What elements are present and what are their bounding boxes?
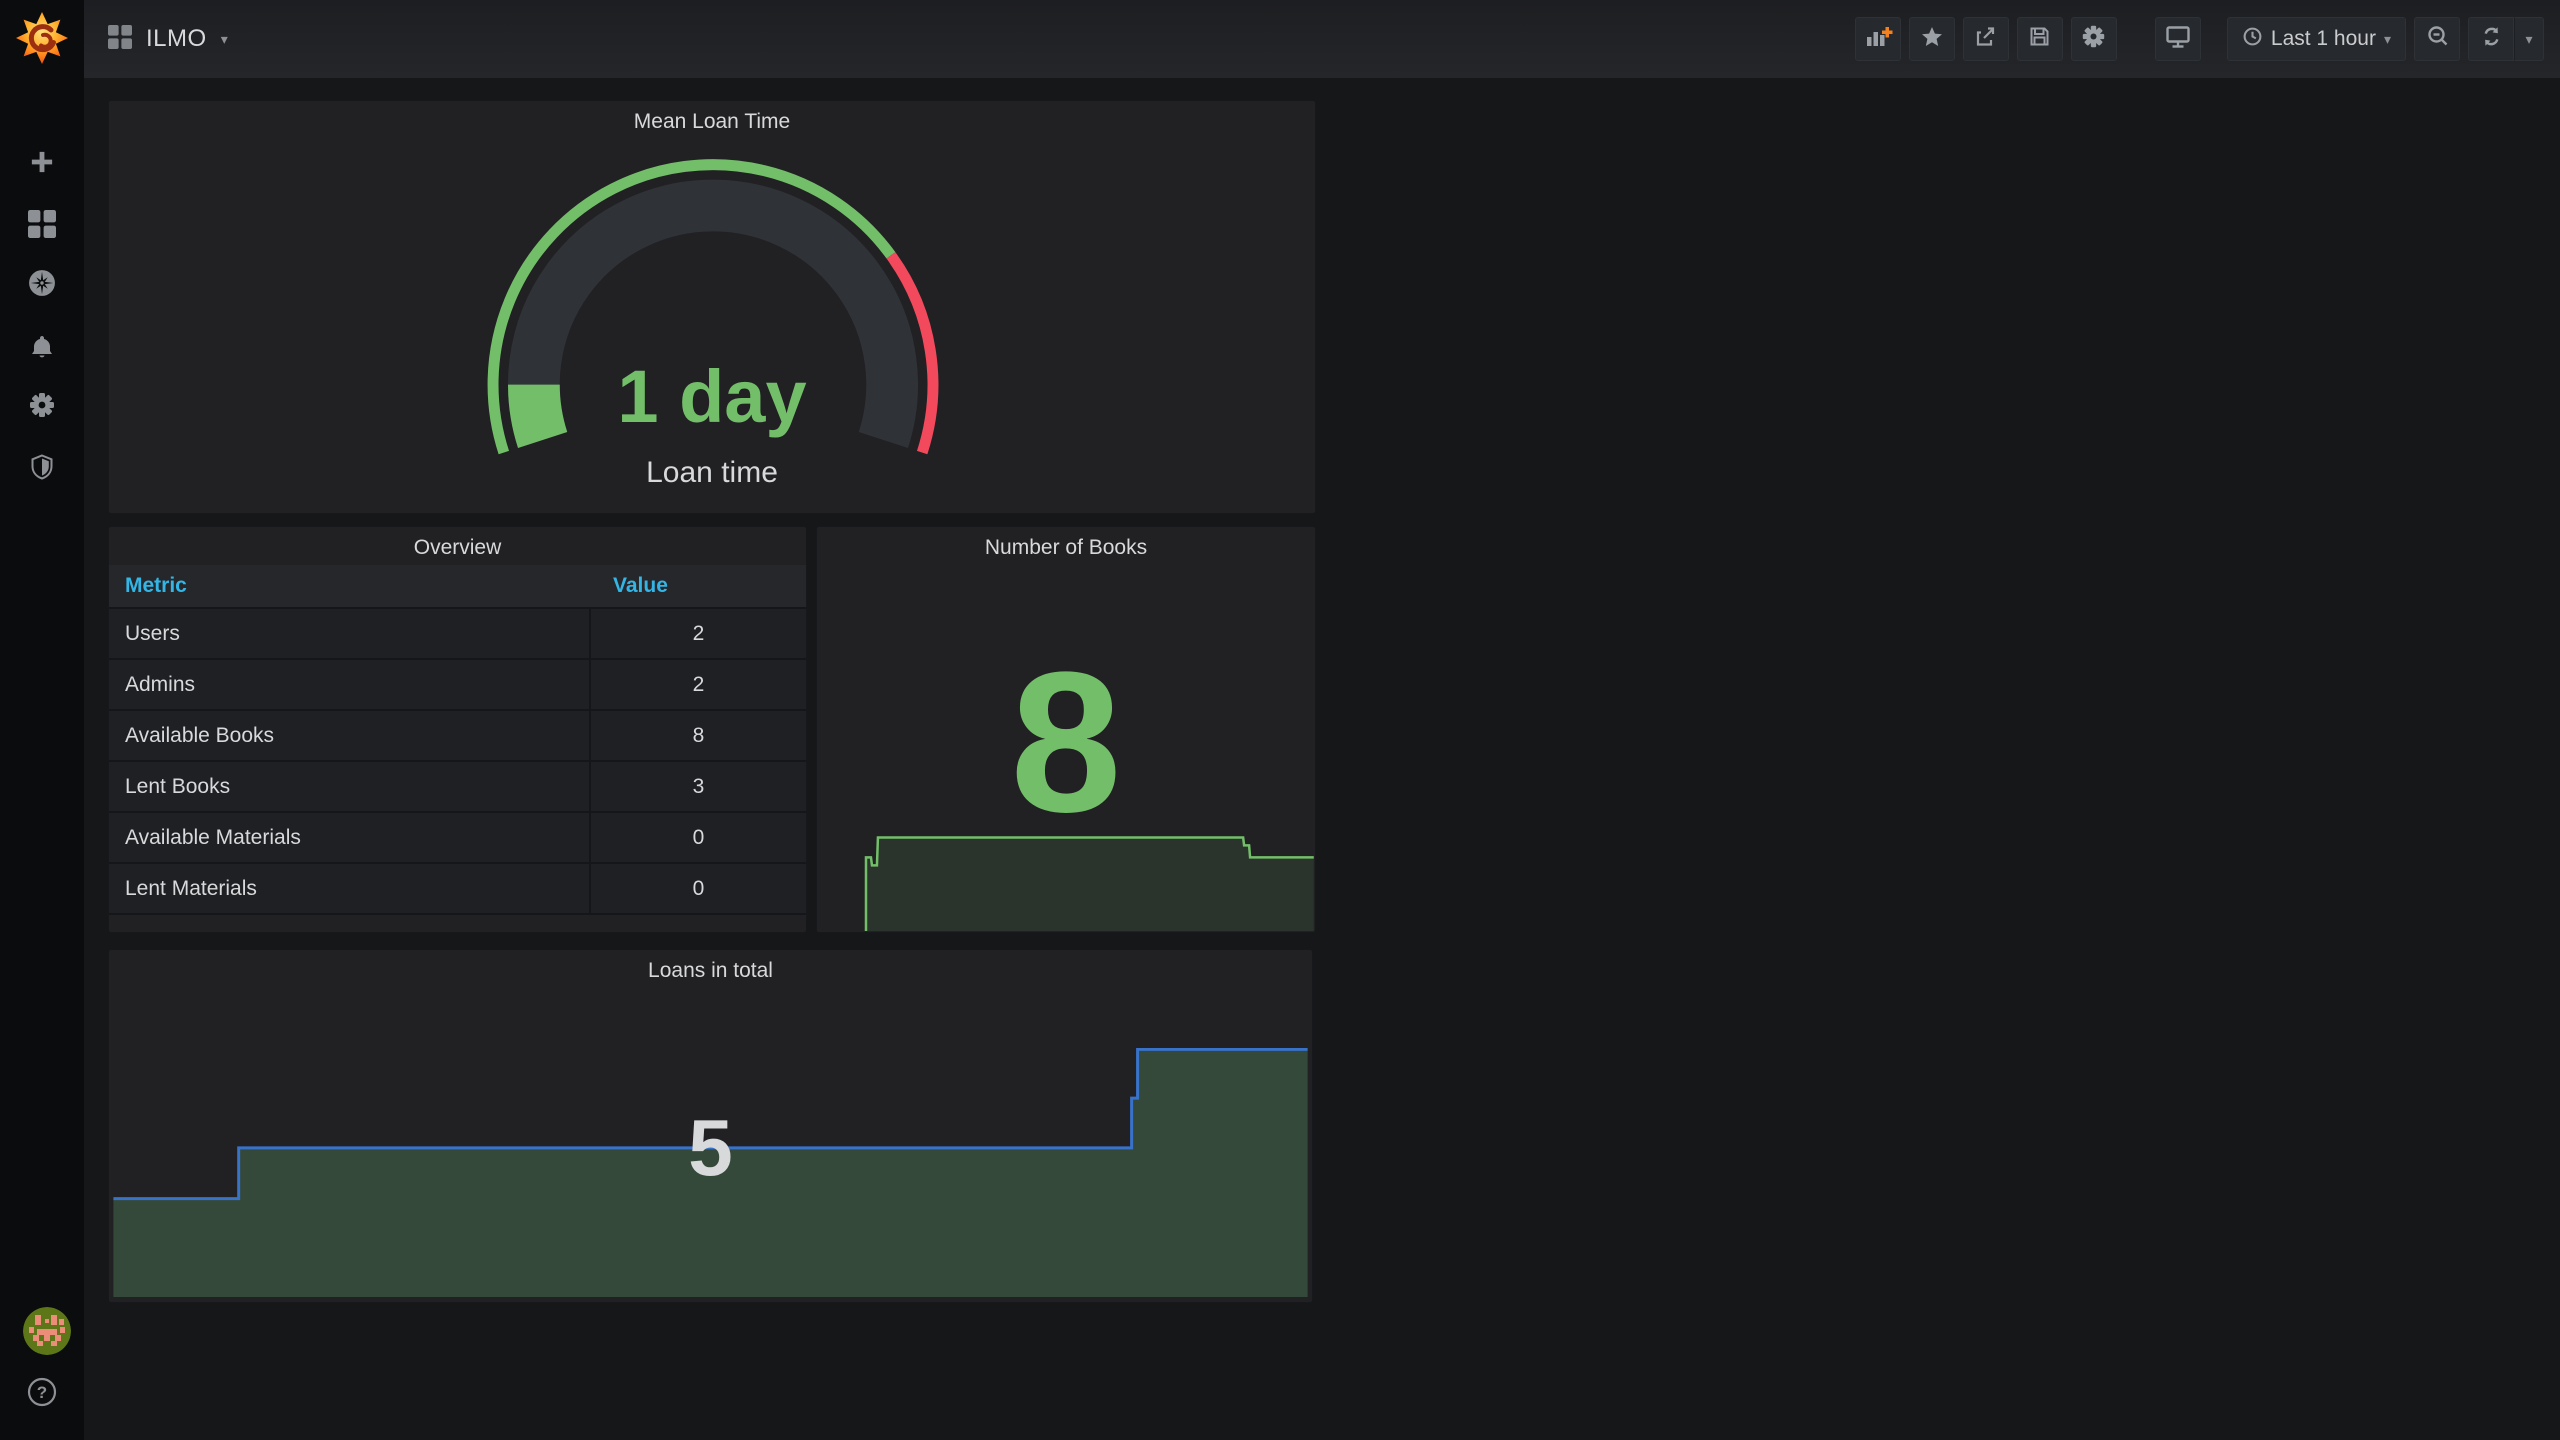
plus-icon [28, 148, 56, 176]
add-panel-button[interactable] [1854, 17, 1901, 61]
value-cell: 3 [692, 774, 705, 798]
sidebar-explore-button[interactable] [0, 269, 84, 297]
gauge-label: Loan time [646, 456, 778, 489]
save-button[interactable] [2016, 17, 2063, 61]
magnifier-minus-icon [2425, 24, 2450, 54]
stat-value: 8 [1010, 631, 1122, 854]
panel-loans-in-total: Loans in total 5 [108, 949, 1313, 1303]
svg-text:?: ? [37, 1383, 47, 1402]
share-icon [1973, 24, 1998, 54]
column-header-metric[interactable]: Metric [109, 574, 591, 598]
sidebar-configuration-button[interactable] [0, 391, 84, 419]
grafana-app: ? ILMO ▾ Last 1 hour ▾ ▾ Mean Loan Time … [0, 0, 2560, 1440]
gear-icon [28, 391, 56, 419]
column-header-value[interactable]: Value [591, 574, 806, 598]
user-avatar[interactable] [23, 1307, 71, 1355]
monitor-icon [2164, 23, 2192, 55]
chevron-down-icon: ▾ [2383, 31, 2391, 47]
metric-cell: Users [109, 609, 591, 658]
settings-button[interactable] [2070, 17, 2117, 61]
panel-overview: Overview Metric Value Users 2 Admins 2 A… [108, 526, 807, 933]
value-cell: 8 [692, 723, 705, 747]
value-cell: 0 [692, 876, 705, 900]
navbar-actions: Last 1 hour ▾ ▾ [1854, 17, 2560, 61]
dashboard-title: ILMO [146, 25, 207, 52]
table-row: Admins 2 [109, 660, 806, 711]
dashboard-title-button[interactable]: ILMO ▾ [84, 24, 228, 54]
save-icon [2027, 24, 2052, 54]
sidebar: ? [0, 0, 84, 1440]
sidebar-create-button[interactable] [0, 148, 84, 176]
table-row: Users 2 [109, 607, 806, 660]
sidebar-dashboards-button[interactable] [0, 210, 84, 238]
gear-icon [2081, 24, 2106, 54]
navbar: ILMO ▾ Last 1 hour ▾ ▾ [84, 0, 2560, 78]
table-body: Users 2 Admins 2 Available Books 8 Lent … [109, 607, 806, 915]
panel-title[interactable]: Overview [109, 536, 806, 560]
metric-cell: Available Books [109, 711, 591, 760]
panel-mean-loan-time: Mean Loan Time 1 day Loan time [108, 100, 1316, 514]
table-row: Lent Materials 0 [109, 864, 806, 915]
time-range-picker[interactable]: Last 1 hour ▾ [2226, 17, 2406, 61]
zoom-out-button[interactable] [2414, 17, 2460, 61]
metric-cell: Lent Materials [109, 864, 591, 913]
chevron-down-icon: ▾ [2525, 31, 2533, 47]
table-row: Lent Books 3 [109, 762, 806, 813]
table-row: Available Books 8 [109, 711, 806, 762]
bell-icon [28, 333, 56, 361]
add-panel-icon [1863, 24, 1893, 55]
stat-value: 5 [688, 1103, 733, 1192]
refresh-icon [2479, 24, 2504, 54]
time-range-label: Last 1 hour [2270, 27, 2376, 50]
metric-cell: Lent Books [109, 762, 591, 811]
metric-cell: Available Materials [109, 813, 591, 862]
star-button[interactable] [1908, 17, 1955, 61]
grafana-logo-icon[interactable] [15, 10, 69, 64]
share-button[interactable] [1962, 17, 2009, 61]
compass-icon [28, 269, 56, 297]
gauge-value: 1 day [617, 355, 807, 438]
help-button[interactable]: ? [27, 1377, 57, 1407]
panel-number-of-books: Number of Books 8 [816, 526, 1316, 933]
value-cell: 2 [692, 621, 705, 645]
chevron-down-icon: ▾ [220, 31, 228, 47]
sidebar-server-admin-button[interactable] [0, 453, 84, 481]
table-header: Metric Value [109, 565, 806, 607]
refresh-interval-button[interactable]: ▾ [2514, 17, 2544, 61]
gauge-chart [487, 159, 939, 455]
shield-icon [28, 453, 56, 481]
refresh-button-group: ▾ [2468, 17, 2544, 61]
grid-icon [28, 210, 56, 238]
star-icon [1920, 25, 1944, 54]
table-row: Available Materials 0 [109, 813, 806, 864]
value-cell: 0 [692, 825, 705, 849]
metric-cell: Admins [109, 660, 591, 709]
dashboard-grid-icon [108, 24, 132, 54]
clock-icon [2242, 26, 2263, 52]
sidebar-alerting-button[interactable] [0, 333, 84, 361]
refresh-button[interactable] [2468, 17, 2514, 61]
value-cell: 2 [692, 672, 705, 696]
tv-mode-button[interactable] [2154, 17, 2201, 61]
